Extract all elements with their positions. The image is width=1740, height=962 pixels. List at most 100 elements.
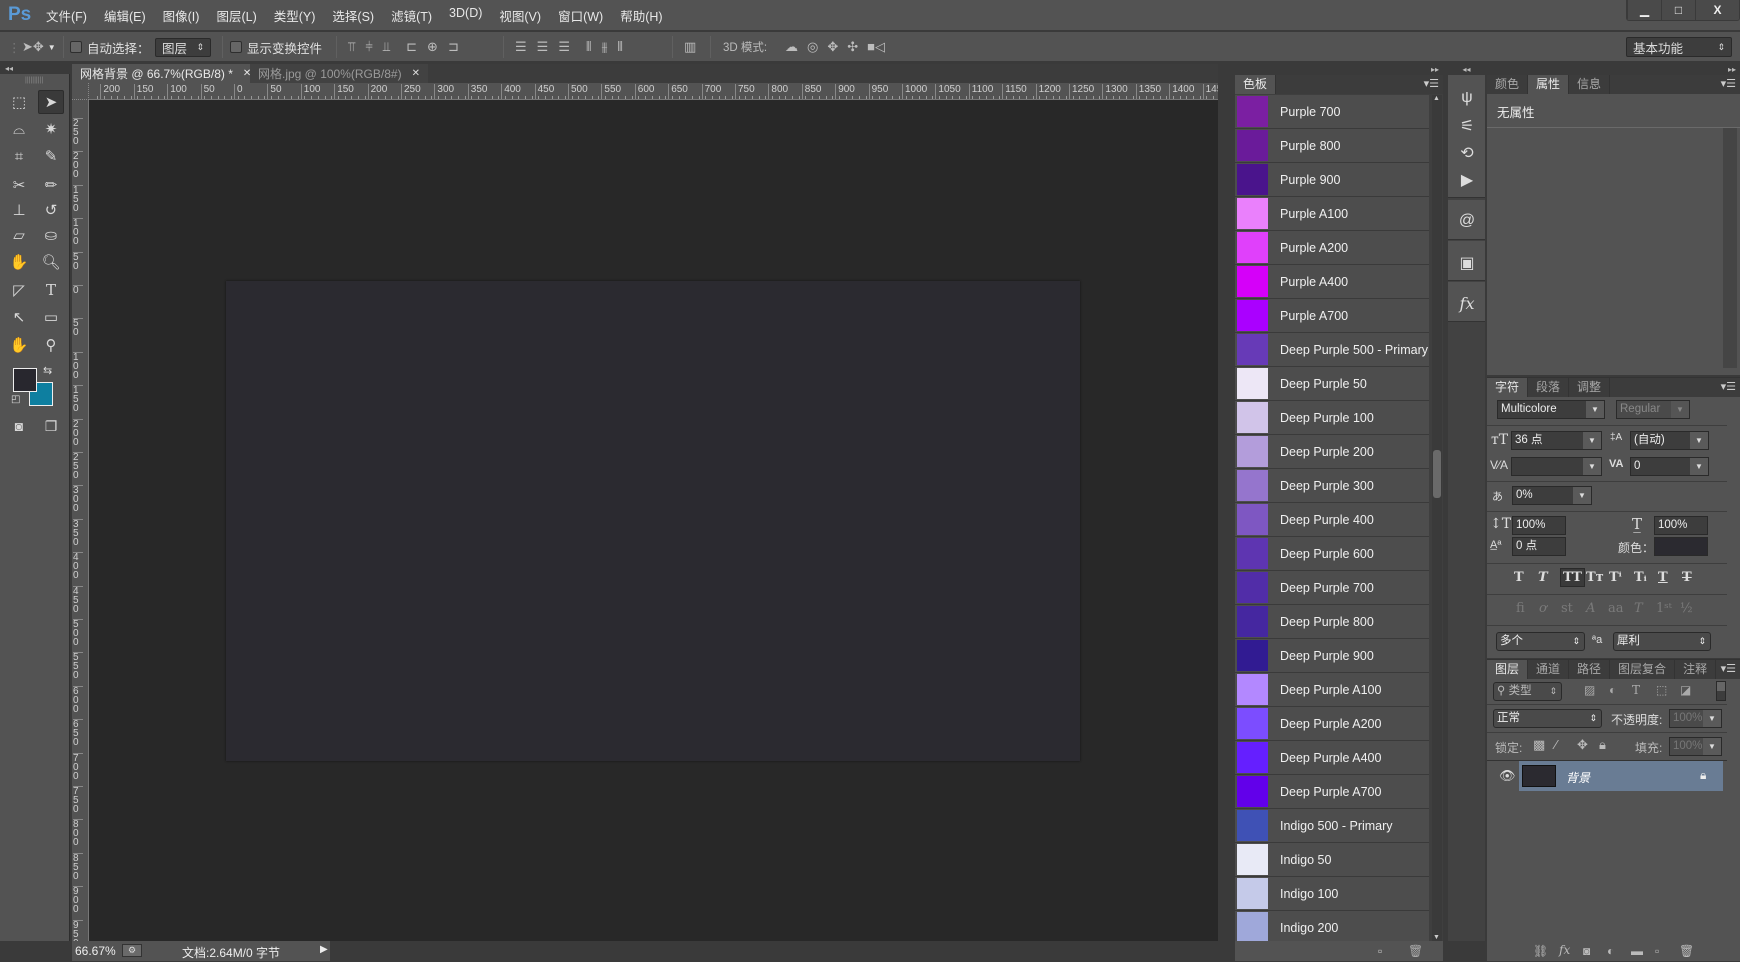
delete-swatch-icon[interactable]: 🗑︎	[1408, 944, 1423, 958]
visibility-eye-icon[interactable]: 👁︎	[1499, 768, 1516, 784]
font-family-select[interactable]: Multicolore ▼	[1497, 400, 1605, 419]
tab-notes[interactable]: 注释	[1675, 660, 1717, 679]
antialias-select[interactable]: 犀利 ⇕	[1613, 632, 1711, 651]
swatch-item[interactable]: Purple 800	[1235, 129, 1429, 163]
text-color-swatch[interactable]	[1654, 537, 1708, 556]
underline-button[interactable]: T	[1658, 570, 1668, 585]
distribute-top-icon[interactable]: ☰	[515, 39, 527, 55]
menu-item[interactable]: 3D(D)	[449, 6, 482, 25]
swatch-item[interactable]: Deep Purple 600	[1235, 537, 1429, 571]
swatch-item[interactable]: Indigo 500 - Primary	[1235, 809, 1429, 843]
healing-brush-tool[interactable]: ✂	[6, 173, 32, 197]
show-transform-checkbox[interactable]: 显示变换控件	[230, 38, 322, 56]
swatch-item[interactable]: Deep Purple 700	[1235, 571, 1429, 605]
lock-position-icon[interactable]: ✥	[1577, 737, 1588, 753]
panel-menu-icon[interactable]: ▾☰	[1721, 662, 1736, 675]
marquee-tool[interactable]: ⬚	[6, 90, 32, 114]
eraser-tool[interactable]: ▱	[6, 223, 32, 247]
all-caps-button[interactable]: TT	[1560, 568, 1585, 587]
rectangle-tool[interactable]: ▭	[38, 305, 64, 329]
tab-adjustments[interactable]: 调整	[1569, 378, 1611, 397]
swatch-item[interactable]: Deep Purple 300	[1235, 469, 1429, 503]
lock-transparency-icon[interactable]: ▩	[1533, 737, 1545, 753]
clone-stamp-tool[interactable]: ⊥	[6, 198, 32, 222]
workspace-select[interactable]: 基本功能 ⇕	[1626, 37, 1732, 57]
auto-select-target-select[interactable]: 图层 ⇕	[155, 37, 211, 57]
distribute-bottom-icon[interactable]: ☰	[558, 39, 570, 55]
close-icon[interactable]: ✕	[412, 68, 420, 79]
leading-field[interactable]: (自动) ▼	[1630, 431, 1709, 450]
menu-item[interactable]: 文件(F)	[46, 6, 87, 25]
auto-align-icon[interactable]: ▥	[684, 39, 696, 55]
swatch-scrollbar[interactable]: ▲ ▼	[1432, 95, 1442, 941]
blur-tool[interactable]: ✋	[6, 250, 32, 274]
new-layer-icon[interactable]: ▫	[1655, 944, 1659, 958]
fill-field[interactable]: 100% ▼	[1669, 737, 1722, 756]
distribute-vcenter-icon[interactable]: ☰	[537, 39, 549, 55]
layer-filter-select[interactable]: ⚲ 类型 ⇕	[1493, 682, 1562, 701]
swatch-item[interactable]: Purple A700	[1235, 299, 1429, 333]
swap-colors-icon[interactable]: ⇆	[43, 364, 52, 377]
move-tool-preset[interactable]: ➤✥ ▼	[22, 38, 56, 56]
move-tool[interactable]: ➤	[38, 90, 64, 114]
tab-paragraph[interactable]: 段落	[1528, 378, 1570, 397]
scrollbar-thumb[interactable]	[1433, 450, 1441, 498]
menu-item[interactable]: 选择(S)	[332, 6, 374, 25]
subscript-button[interactable]: Tᵢ	[1634, 570, 1647, 585]
delete-layer-icon[interactable]: 🗑︎	[1679, 944, 1694, 958]
magic-wand-tool[interactable]: ✷	[38, 117, 64, 141]
3d-pan-icon[interactable]: ✥	[827, 39, 838, 55]
adjustment-layer-icon[interactable]: ◐	[1607, 944, 1614, 958]
align-left-icon[interactable]: ⊏	[406, 39, 417, 55]
properties-scrollbar[interactable]	[1723, 128, 1737, 368]
menu-item[interactable]: 滤镜(T)	[391, 6, 432, 25]
vertical-scale-field[interactable]: 100%	[1512, 516, 1566, 535]
filter-toggle[interactable]	[1716, 681, 1726, 701]
3d-camera-icon[interactable]: ■◁	[867, 39, 885, 55]
align-hcenter-icon[interactable]: ⊕	[427, 39, 438, 55]
panel-collapse-button[interactable]: ▸▸	[1235, 64, 1443, 75]
filter-adjustment-icon[interactable]: ◐	[1609, 683, 1616, 697]
align-bottom-icon[interactable]: ⫫	[383, 39, 390, 55]
dock-collapse-button[interactable]: ◂◂	[1448, 64, 1485, 75]
filter-pixel-icon[interactable]: ▨	[1584, 683, 1595, 697]
tab-color[interactable]: 颜色	[1487, 75, 1529, 94]
link-layers-icon[interactable]: ⛓	[1533, 944, 1548, 958]
stylistic-alternates-button[interactable]: A	[1586, 601, 1595, 616]
font-size-field[interactable]: 36 点 ▼	[1511, 431, 1602, 450]
navigator-swirl-icon[interactable]: @	[1456, 212, 1478, 234]
swatch-item[interactable]: Deep Purple A400	[1235, 741, 1429, 775]
gear-icon[interactable]: ⚙	[122, 944, 142, 957]
foreground-color-swatch[interactable]	[13, 368, 37, 392]
language-select[interactable]: 多个 ⇕	[1496, 632, 1585, 651]
3d-rotate-icon[interactable]: ☁	[785, 39, 798, 55]
swash-button[interactable]: st	[1561, 601, 1573, 616]
fractions-button[interactable]: ½	[1680, 601, 1693, 616]
layer-row[interactable]: 👁︎ 背景 🔒︎	[1487, 761, 1727, 791]
lock-all-icon[interactable]: 🔒︎	[1599, 737, 1606, 753]
tab-grid-background[interactable]: 网格背景 @ 66.7%(RGB/8) * ✕	[72, 64, 260, 83]
dodge-tool[interactable]: 🔍︎	[38, 250, 64, 274]
font-style-select[interactable]: Regular ▼	[1616, 400, 1690, 419]
scroll-up-icon[interactable]: ▲	[1433, 95, 1440, 102]
default-colors-icon[interactable]: ◰	[11, 394, 20, 405]
maximize-button[interactable]: □	[1661, 0, 1695, 20]
tab-layers[interactable]: 图层	[1487, 660, 1529, 679]
filter-shape-icon[interactable]: ⬚	[1656, 683, 1667, 697]
swatch-item[interactable]: Indigo 100	[1235, 877, 1429, 911]
horizontal-ruler[interactable]: 200 150 100 50 0 50 100 150 200 250 300 350 400 450 50…	[89, 83, 1218, 100]
new-swatch-icon[interactable]: ▫	[1378, 944, 1382, 958]
menu-item[interactable]: 图像(I)	[163, 6, 200, 25]
lasso-tool[interactable]: ⌓	[6, 117, 32, 141]
ruler-origin[interactable]	[72, 83, 89, 100]
swatch-item[interactable]: Deep Purple 50	[1235, 367, 1429, 401]
close-button[interactable]: X	[1695, 0, 1739, 20]
swatch-item[interactable]: Deep Purple 200	[1235, 435, 1429, 469]
distribute-left-icon[interactable]: ⫴	[586, 39, 591, 55]
menu-item[interactable]: 图层(L)	[216, 6, 256, 25]
new-group-folder-icon[interactable]: ▬	[1631, 944, 1643, 958]
auto-select-checkbox[interactable]: 自动选择：	[70, 38, 150, 56]
swatch-item[interactable]: Deep Purple 500 - Primary	[1235, 333, 1429, 367]
zoom-level[interactable]: 66.67%	[75, 944, 116, 958]
scroll-down-icon[interactable]: ▼	[1433, 934, 1440, 941]
